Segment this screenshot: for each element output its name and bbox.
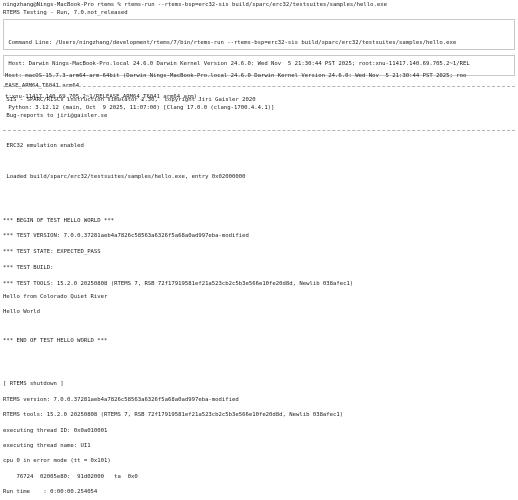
emulation-line: ERC32 emulation enabled <box>3 143 84 149</box>
terminal-window[interactable]: ningzhang@Nings-MacBook-Pro rtems % rtem… <box>0 0 518 500</box>
shell-prompt: ningzhang@Nings-MacBook-Pro rtems % <box>3 2 125 8</box>
host-platform-text: Host: macOS-15.7.3-arm64-arm-64bit (Darw… <box>5 72 467 79</box>
test-build-line: *** TEST BUILD: <box>3 265 54 271</box>
test-end-line: *** END OF TEST HELLO WORLD *** <box>3 338 108 344</box>
sis-banner: SIS - SPARC/RISCV instruction simulator … <box>3 97 256 103</box>
separator <box>3 130 515 131</box>
loaded-line: Loaded build/sparc/erc32/testsuites/samp… <box>3 174 246 180</box>
rtems-tools-line: RTEMS tools: 15.2.0 20250808 (RTEMS 7, R… <box>3 412 344 418</box>
bug-report-line: Bug-reports to jiri@gaisler.se <box>3 113 108 119</box>
shell-prompt-line: ningzhang@Nings-MacBook-Pro rtems % rtem… <box>3 2 518 9</box>
thread-name-line: executing thread name: UI1 <box>3 443 91 449</box>
rtems-version-line: RTEMS version: 7.0.0.37281aeb4a7826c5856… <box>3 397 239 403</box>
test-tools-line: *** TEST TOOLS: 15.2.0 20250808 (RTEMS 7… <box>3 281 354 287</box>
register-dump-line: 76724 02005e80: 91d02000 ta 0x0 <box>3 474 138 480</box>
run-time-line: Run time : 0:00:00.254054 <box>3 489 98 495</box>
thread-id-line: executing thread ID: 0x0a010001 <box>3 428 108 434</box>
test-version-line: *** TEST VERSION: 7.0.0.37281aeb4a7826c5… <box>3 233 249 239</box>
shell-command: rtems-run --rtems-bsp=erc32-sis build/sp… <box>124 2 387 8</box>
command-line-text: Command Line: /Users/ningzhang/developme… <box>5 39 457 46</box>
command-info-box: Command Line: /Users/ningzhang/developme… <box>3 19 515 111</box>
host-info-box: Host: macOS-15.7.3-arm64-arm-64bit (Darw… <box>3 55 515 100</box>
run-title: RTEMS Testing - Run, 7.0.not_released <box>3 9 128 16</box>
error-mode-line: cpu 0 in error mode (tt = 0x101) <box>3 458 111 464</box>
test-begin-line: *** BEGIN OF TEST HELLO WORLD *** <box>3 218 115 224</box>
test-state-line: *** TEST STATE: EXPECTED_PASS <box>3 249 101 255</box>
hello-colorado-line: Hello from Colorado Quiet River <box>3 294 108 300</box>
shutdown-header: [ RTEMS shutdown ] <box>3 381 64 387</box>
separator <box>3 86 515 87</box>
hello-world-line: Hello World <box>3 309 41 315</box>
